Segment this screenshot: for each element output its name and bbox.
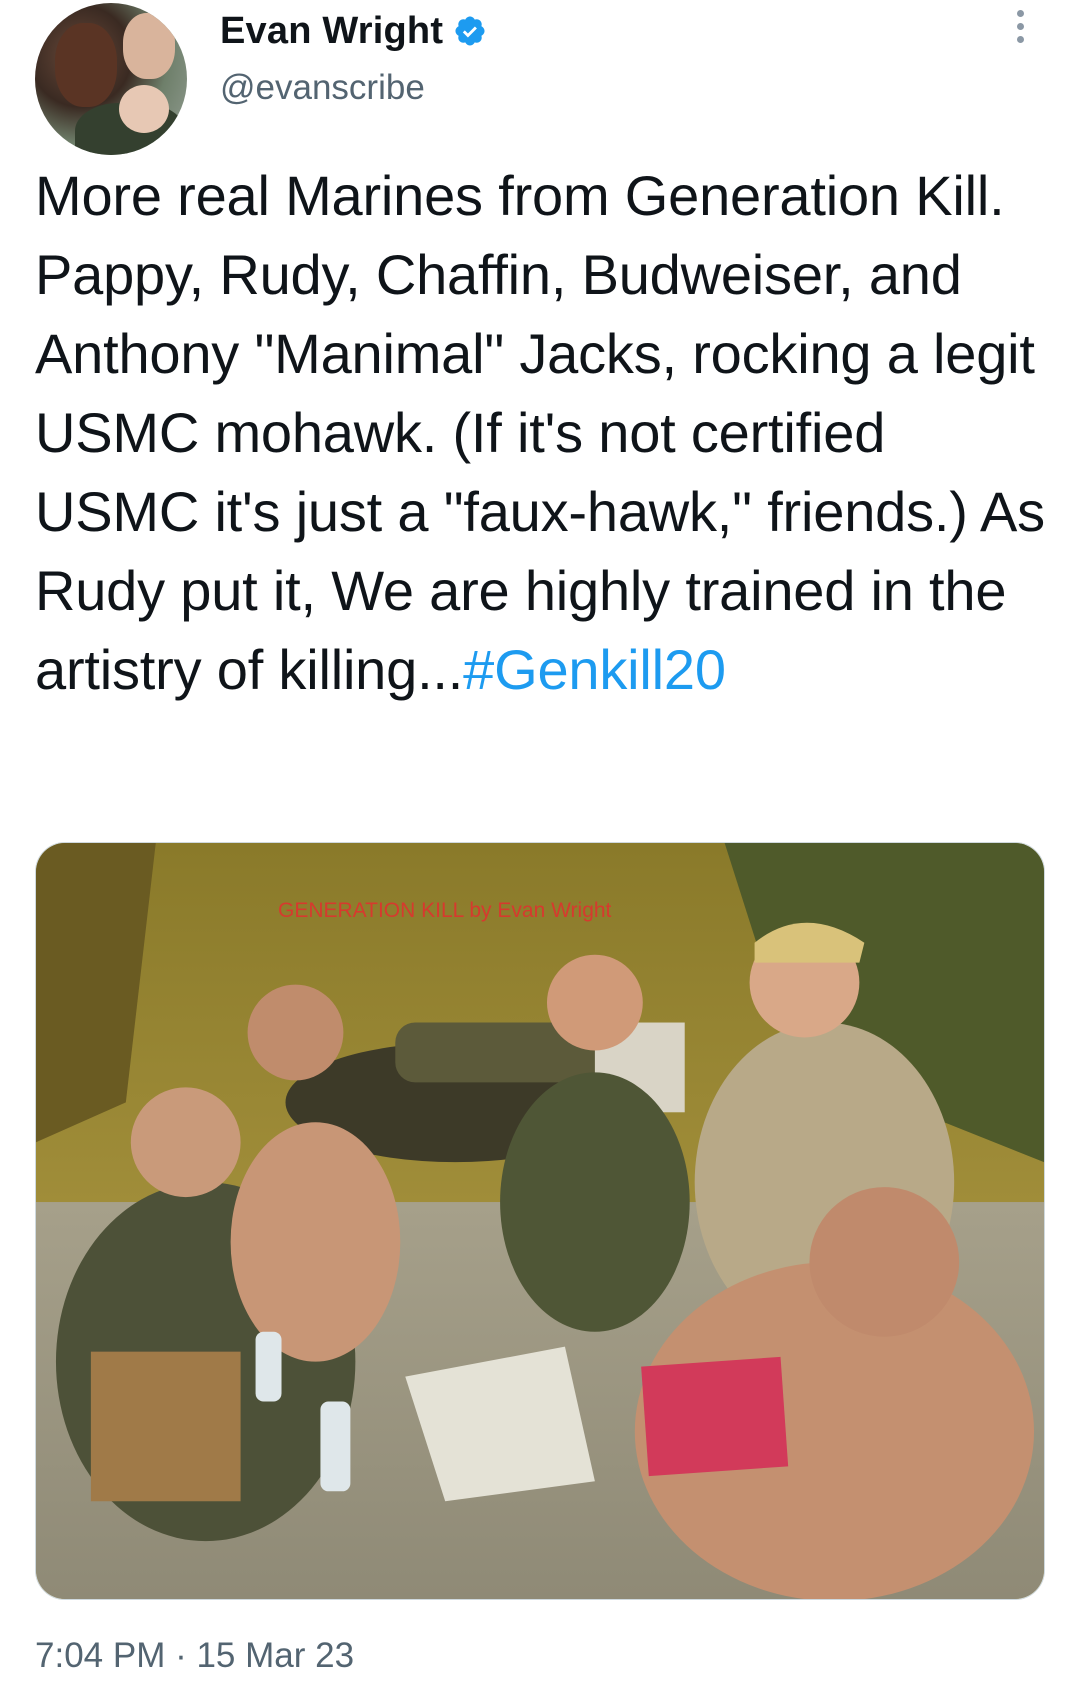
- tweet-header: Evan Wright @evanscribe: [0, 0, 1080, 160]
- tweet-photo[interactable]: GENERATION KILL by Evan Wright: [35, 842, 1045, 1600]
- tweet-timestamp[interactable]: 7:04 PM · 15 Mar 23: [35, 1636, 354, 1676]
- avatar-person-right: [123, 13, 175, 79]
- hashtag-link[interactable]: #Genkill20: [463, 638, 726, 701]
- display-name[interactable]: Evan Wright: [220, 10, 443, 53]
- avatar[interactable]: [35, 3, 187, 155]
- photo-scene: [36, 843, 1044, 1599]
- avatar-baby: [119, 85, 169, 133]
- author-handle[interactable]: @evanscribe: [220, 68, 425, 108]
- more-options-icon[interactable]: [1008, 10, 1032, 50]
- photo-watermark: GENERATION KILL by Evan Wright: [278, 899, 612, 922]
- author-name-row[interactable]: Evan Wright: [220, 6, 487, 56]
- tweet-text: More real Marines from Generation Kill. …: [35, 156, 1045, 709]
- verified-badge-icon: [455, 16, 485, 46]
- tweet-body: More real Marines from Generation Kill. …: [35, 164, 1061, 701]
- avatar-person-left: [55, 23, 117, 107]
